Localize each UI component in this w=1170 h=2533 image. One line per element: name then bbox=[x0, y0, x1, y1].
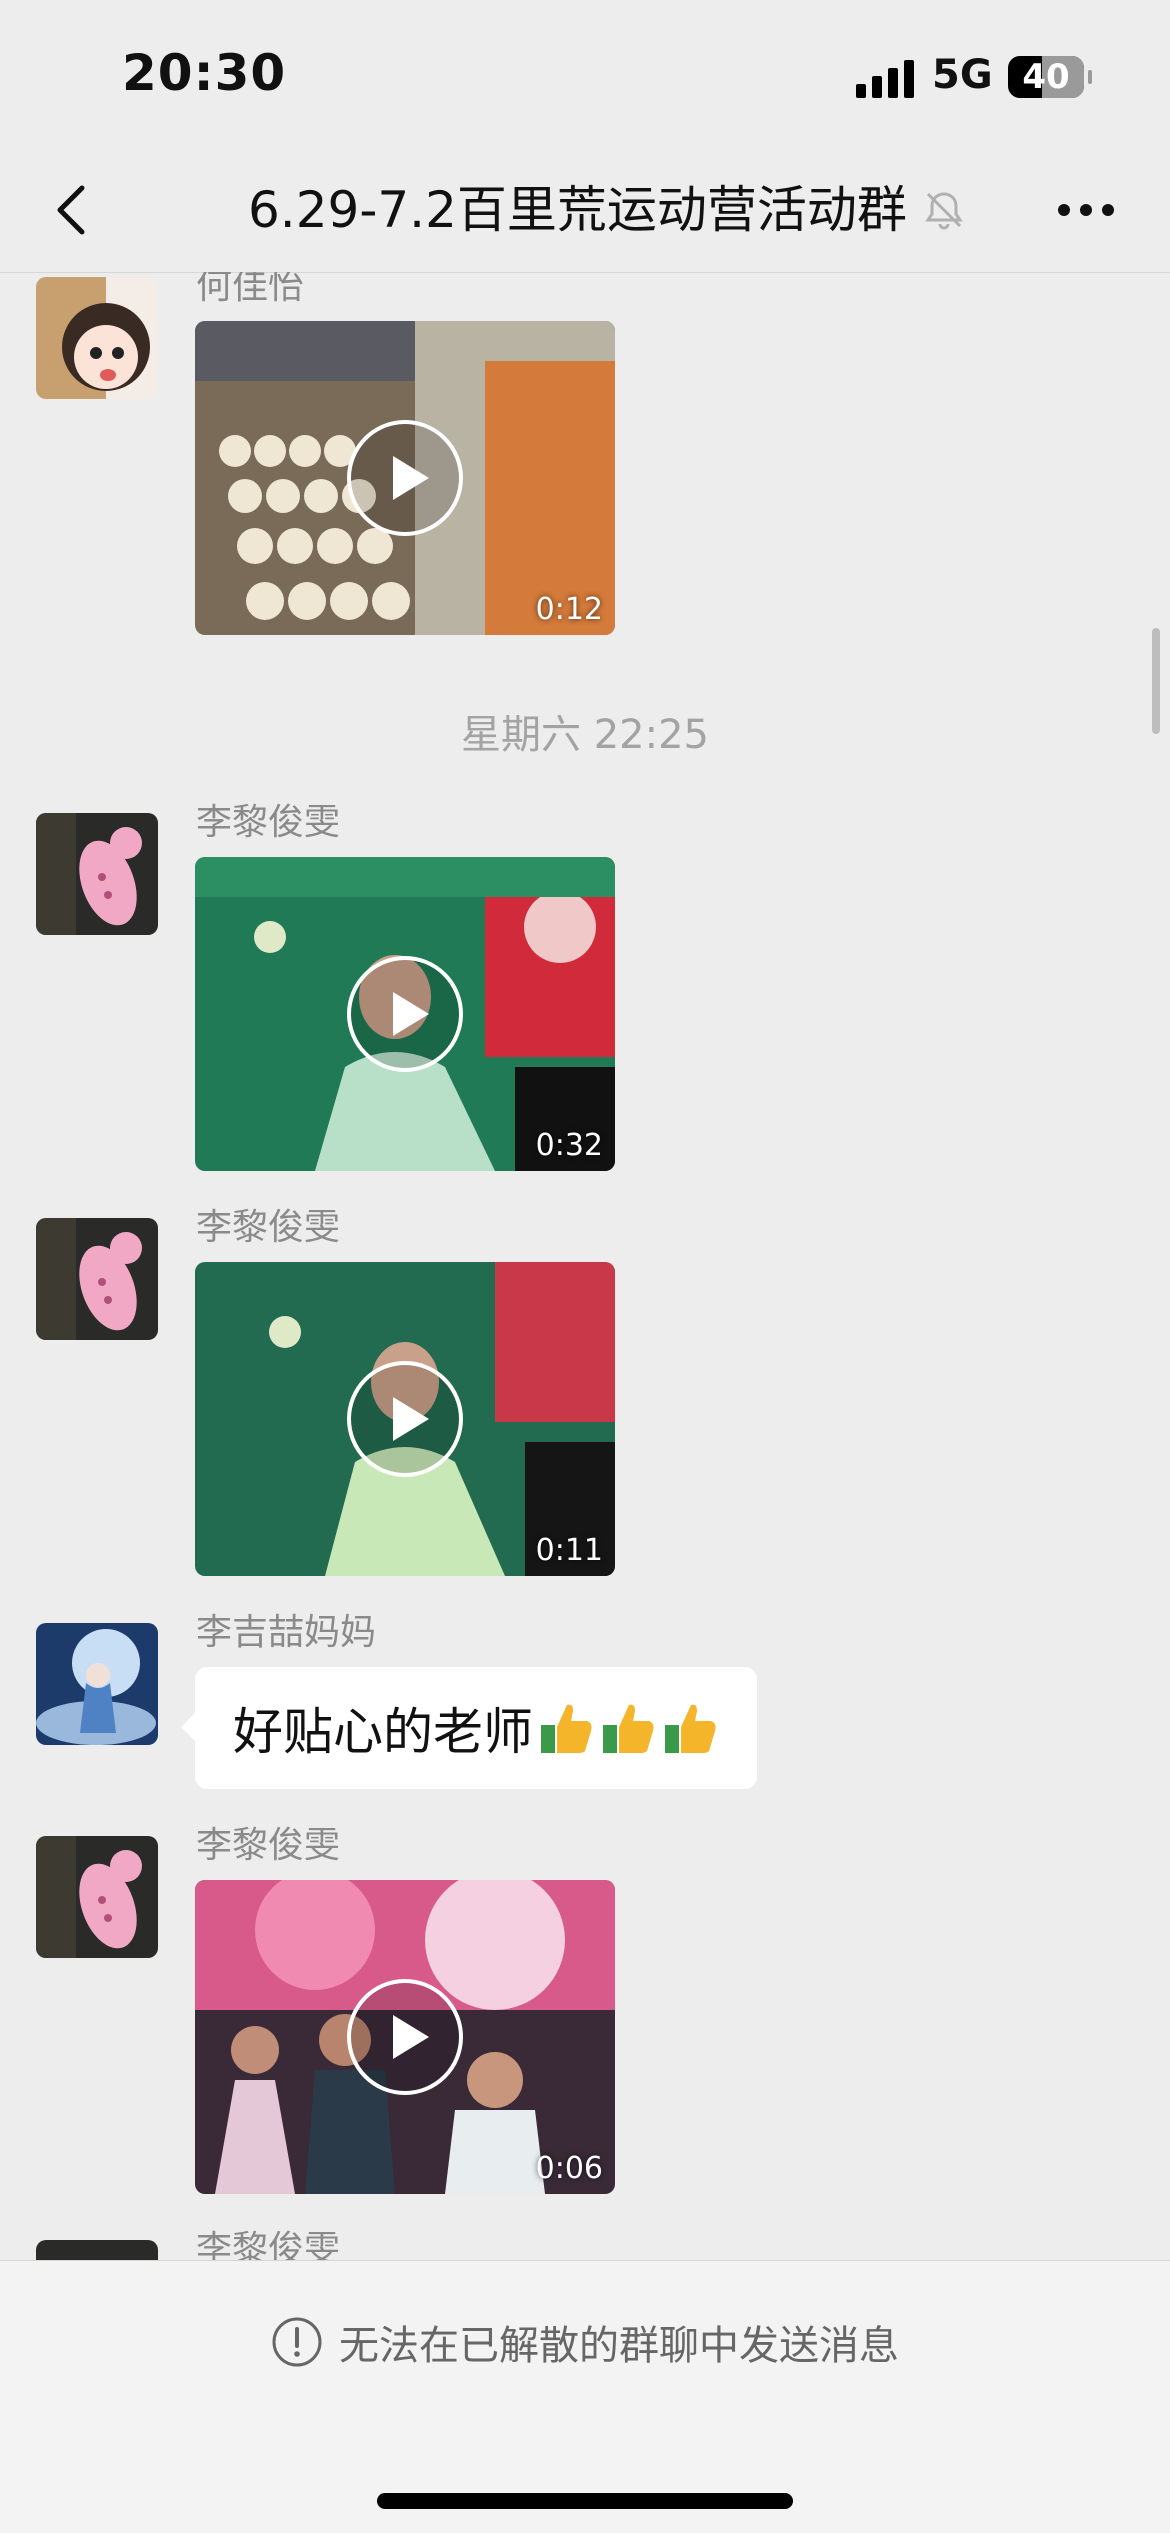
battery-level: 40 bbox=[1022, 57, 1069, 97]
video-message[interactable]: 0:32 bbox=[195, 857, 615, 1171]
sender-name: 李黎俊雯 bbox=[196, 2220, 340, 2260]
play-icon[interactable] bbox=[345, 1359, 465, 1479]
bell-slash-icon bbox=[922, 188, 966, 232]
message-text: 好贴心的老师 bbox=[233, 1692, 533, 1764]
sender-name: 李黎俊雯 bbox=[196, 1816, 340, 1868]
play-icon[interactable] bbox=[345, 954, 465, 1074]
avatar[interactable] bbox=[36, 1218, 158, 1340]
sender-name: 李黎俊雯 bbox=[196, 793, 340, 845]
thumbs-up-icon bbox=[599, 1699, 657, 1757]
video-duration: 0:12 bbox=[536, 592, 603, 627]
thumbs-up-icon bbox=[661, 1699, 719, 1757]
video-duration: 0:32 bbox=[536, 1128, 603, 1163]
chat-header: 6.29-7.2百里荒运动营活动群 bbox=[0, 150, 1170, 273]
avatar[interactable] bbox=[36, 1836, 158, 1958]
status-time: 20:30 bbox=[122, 44, 286, 102]
play-icon[interactable] bbox=[345, 418, 465, 538]
video-message[interactable]: 0:11 bbox=[195, 1262, 615, 1576]
home-indicator[interactable] bbox=[377, 2493, 793, 2509]
message-list[interactable]: 何佳怡 0:12 星期六 22:25 bbox=[0, 272, 1170, 2260]
avatar[interactable] bbox=[36, 1623, 158, 1745]
sender-name: 何佳怡 bbox=[196, 272, 304, 309]
avatar[interactable] bbox=[36, 2240, 158, 2260]
play-icon[interactable] bbox=[345, 1977, 465, 2097]
message-bubble[interactable]: 好贴心的老师 bbox=[195, 1667, 757, 1789]
signal-icon bbox=[856, 58, 916, 98]
ellipsis-icon[interactable] bbox=[1056, 200, 1116, 220]
disbanded-notice: 无法在已解散的群聊中发送消息 bbox=[0, 2313, 1170, 2371]
sender-name: 李吉喆妈妈 bbox=[196, 1603, 376, 1655]
avatar[interactable] bbox=[36, 813, 158, 935]
video-message[interactable]: 0:12 bbox=[195, 321, 615, 635]
status-bar: 20:30 5G 40 bbox=[0, 0, 1170, 150]
chat-title: 6.29-7.2百里荒运动营活动群 bbox=[248, 180, 907, 240]
video-message[interactable]: 0:06 bbox=[195, 1880, 615, 2194]
network-type: 5G bbox=[932, 52, 993, 98]
avatar[interactable] bbox=[36, 277, 158, 399]
chevron-left-icon[interactable] bbox=[46, 182, 102, 238]
thumbs-up-icon bbox=[537, 1699, 595, 1757]
battery-icon: 40 bbox=[1008, 56, 1084, 98]
sender-name: 李黎俊雯 bbox=[196, 1198, 340, 1250]
message-timestamp: 星期六 22:25 bbox=[0, 702, 1170, 760]
video-duration: 0:06 bbox=[536, 2151, 603, 2186]
video-duration: 0:11 bbox=[536, 1533, 603, 1568]
scrollbar[interactable] bbox=[1152, 628, 1160, 734]
notice-text: 无法在已解散的群聊中发送消息 bbox=[339, 2313, 899, 2371]
exclamation-circle-icon bbox=[271, 2316, 323, 2368]
disabled-input-bar: 无法在已解散的群聊中发送消息 bbox=[0, 2260, 1170, 2533]
